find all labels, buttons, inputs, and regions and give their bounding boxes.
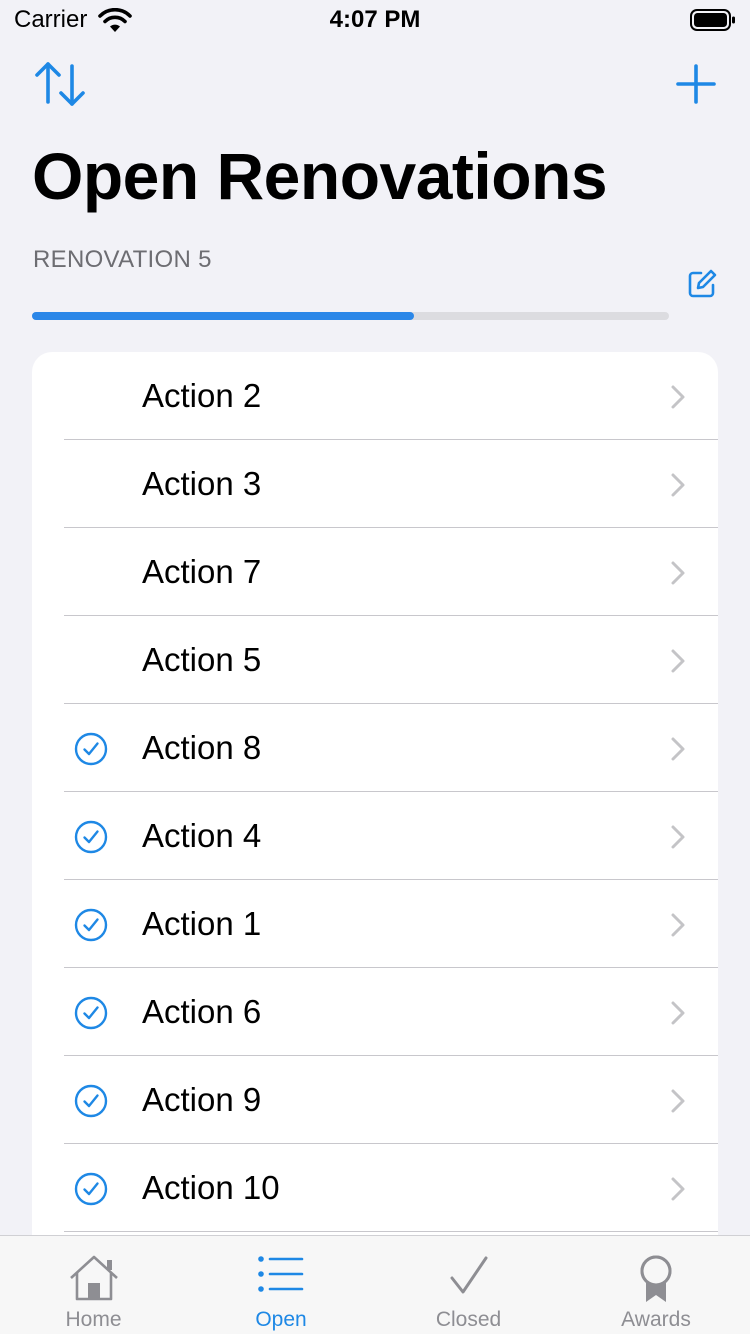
action-label: Action 8: [142, 729, 262, 766]
action-label: Action 3: [142, 465, 262, 502]
actions-list: Action 2 Action 3 Action 7 Action 5 Action 8…: [32, 352, 718, 1272]
page-title: Open Renovations: [32, 139, 608, 213]
action-row[interactable]: Action 7: [32, 528, 718, 616]
action-label: Action 2: [142, 377, 262, 414]
tab-awards[interactable]: Awards: [563, 1236, 750, 1334]
chevron-right-icon: [671, 473, 685, 497]
tab-home[interactable]: Home: [0, 1236, 187, 1334]
chevron-right-icon: [671, 913, 685, 937]
house-icon: [69, 1255, 118, 1301]
section-title: RENOVATION 5: [33, 246, 212, 273]
sort-arrows-icon[interactable]: [32, 60, 88, 108]
action-row[interactable]: Action 10: [32, 1144, 718, 1232]
award-ribbon-icon: [640, 1255, 672, 1302]
chevron-right-icon: [671, 1001, 685, 1025]
plus-icon[interactable]: [674, 62, 718, 106]
action-row[interactable]: Action 6: [32, 968, 718, 1056]
checkmark-circle-icon: [74, 1172, 108, 1206]
tab-label: Awards: [621, 1308, 691, 1331]
tab-label: Closed: [435, 1308, 502, 1331]
checkmark-circle-icon: [74, 908, 108, 942]
action-row[interactable]: Action 1: [32, 880, 718, 968]
chevron-right-icon: [671, 385, 685, 409]
chevron-right-icon: [671, 1089, 685, 1113]
action-row[interactable]: Action 3: [32, 440, 718, 528]
chevron-right-icon: [671, 825, 685, 849]
action-row[interactable]: Action 8: [32, 704, 718, 792]
tab-label: Home: [65, 1308, 122, 1331]
chevron-right-icon: [671, 1177, 685, 1201]
action-label: Action 5: [142, 641, 262, 678]
list-icon: [258, 1256, 304, 1292]
row-separator: [64, 1231, 718, 1232]
action-label: Action 7: [142, 553, 262, 590]
action-label: Action 6: [142, 993, 262, 1030]
progress-fill: [32, 312, 415, 320]
battery-icon: [690, 9, 735, 31]
action-label: Action 10: [142, 1169, 280, 1206]
checkmark-circle-icon: [74, 732, 108, 766]
checkmark-circle-icon: [74, 1084, 108, 1118]
checkmark-circle-icon: [74, 996, 108, 1030]
clock-time: 4:07 PM: [329, 6, 421, 33]
tab-closed[interactable]: Closed: [375, 1236, 562, 1334]
progress-bar: [32, 312, 669, 320]
action-row[interactable]: Action 9: [32, 1056, 718, 1144]
status-bar: Carrier 4:07 PM: [0, 0, 750, 40]
action-row[interactable]: Action 5: [32, 616, 718, 704]
tab-bar: Home Open Closed Awards: [0, 1235, 750, 1334]
checkmark-icon: [450, 1256, 487, 1294]
action-label: Action 9: [142, 1081, 262, 1118]
checkmark-circle-icon: [74, 820, 108, 854]
tab-open[interactable]: Open: [188, 1236, 375, 1334]
chevron-right-icon: [671, 561, 685, 585]
action-label: Action 1: [142, 905, 262, 942]
edit-square-icon[interactable]: [686, 268, 718, 300]
action-label: Action 4: [142, 817, 262, 854]
chevron-right-icon: [671, 649, 685, 673]
action-row[interactable]: Action 4: [32, 792, 718, 880]
chevron-right-icon: [671, 737, 685, 761]
action-row[interactable]: Action 2: [32, 352, 718, 440]
tab-label: Open: [255, 1308, 307, 1331]
